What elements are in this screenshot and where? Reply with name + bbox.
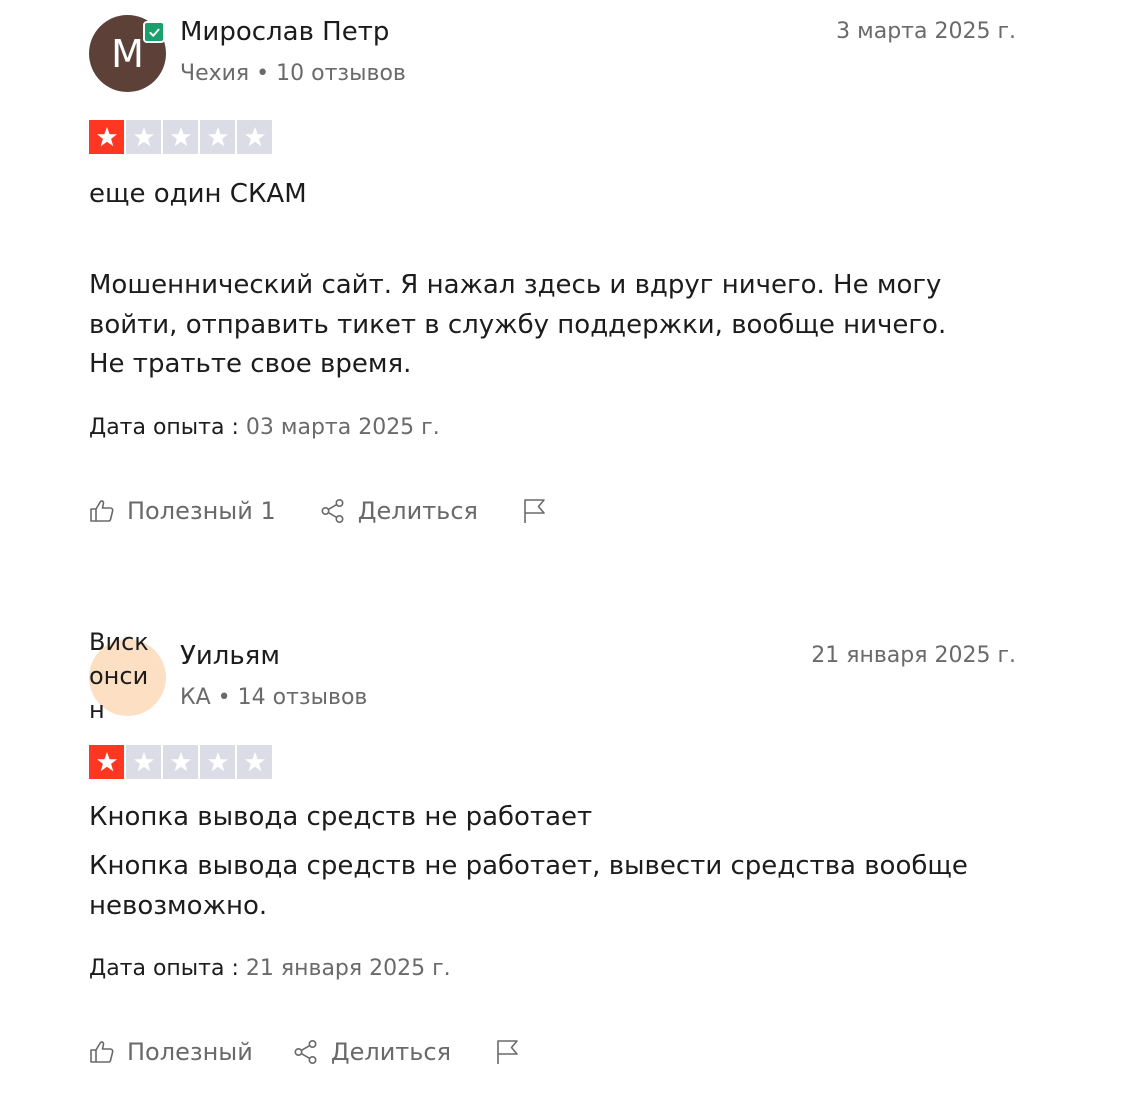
reviewer-meta: Чехия • 10 отзывов [180, 61, 406, 86]
meta-separator: • [217, 685, 231, 710]
review-card: M Мирослав Петр Чехия • 10 отзывов 3 мар… [89, 15, 1016, 525]
experience-label: Дата опыта : [89, 414, 239, 440]
reviewer-meta: КА • 14 отзывов [180, 685, 367, 710]
review-body: Мошеннический сайт. Я нажал здесь и вдру… [89, 270, 947, 379]
checkmark-icon [148, 28, 160, 37]
star-icon [89, 120, 124, 154]
review-date: 3 марта 2025 г. [836, 19, 1016, 44]
avatar[interactable]: Висконсин [89, 628, 166, 724]
share-label: Делиться [330, 1038, 452, 1066]
verified-badge [143, 21, 165, 43]
review-title[interactable]: еще один СКАМ [89, 176, 1016, 212]
reviewer-review-count[interactable]: 14 отзывов [238, 685, 368, 710]
review-actions: Полезный 1 Делиться [89, 497, 1016, 525]
share-button[interactable]: Делиться [293, 1038, 451, 1066]
share-icon [294, 1039, 317, 1064]
reviewer-country: Чехия [180, 61, 250, 86]
helpful-button[interactable]: Полезный 1 [89, 497, 276, 525]
report-button[interactable] [495, 1039, 521, 1065]
review-card: Висконсин Уильям КА • 14 отзывов 21 янва… [89, 628, 1016, 1066]
star-icon [126, 120, 161, 154]
review-header: M Мирослав Петр Чехия • 10 отзывов 3 мар… [89, 15, 1016, 93]
star-icon [237, 745, 272, 779]
review-header: Висконсин Уильям КА • 14 отзывов 21 янва… [89, 628, 1016, 724]
share-icon [321, 498, 344, 523]
reviewer-country: КА [180, 685, 211, 710]
reviewer-name[interactable]: Мирослав Петр [180, 17, 389, 47]
review-actions: Полезный Делиться [89, 1038, 1016, 1066]
star-icon [237, 120, 272, 154]
star-icon [163, 745, 198, 779]
star-icon [200, 745, 235, 779]
experience-date: Дата опыта : 03 марта 2025 г. [89, 415, 1016, 440]
flag-icon [524, 498, 545, 523]
meta-separator: • [256, 61, 270, 86]
experience-date-value: 03 марта 2025 г. [245, 414, 440, 440]
report-button[interactable] [522, 498, 548, 524]
helpful-label: Полезный [127, 1038, 253, 1066]
share-button[interactable]: Делиться [320, 497, 478, 525]
thumbs-up-icon [90, 1041, 114, 1063]
review-body: Кнопка вывода средств не работает, вывес… [89, 851, 968, 921]
experience-date: Дата опыта : 21 января 2025 г. [89, 956, 1016, 981]
star-icon [200, 120, 235, 154]
star-icon [89, 745, 124, 779]
star-icon [126, 745, 161, 779]
avatar-letter: M [111, 31, 144, 76]
star-icon [163, 120, 198, 154]
helpful-label: Полезный 1 [127, 496, 276, 525]
helpful-button[interactable]: Полезный [89, 1038, 253, 1066]
experience-date-value: 21 января 2025 г. [245, 956, 451, 981]
experience-label: Дата опыта : [89, 956, 239, 981]
flag-icon [497, 1040, 518, 1064]
share-label: Делиться [357, 496, 478, 525]
review-date: 21 января 2025 г. [811, 643, 1016, 668]
avatar-text: Висконсин [89, 628, 149, 724]
star-rating [89, 120, 1016, 154]
reviewer-name[interactable]: Уильям [180, 641, 280, 671]
thumbs-up-icon [90, 499, 114, 522]
review-title[interactable]: Кнопка вывода средств не работает [89, 799, 1016, 835]
star-rating [89, 745, 1016, 779]
reviewer-review-count[interactable]: 10 отзывов [276, 61, 406, 86]
